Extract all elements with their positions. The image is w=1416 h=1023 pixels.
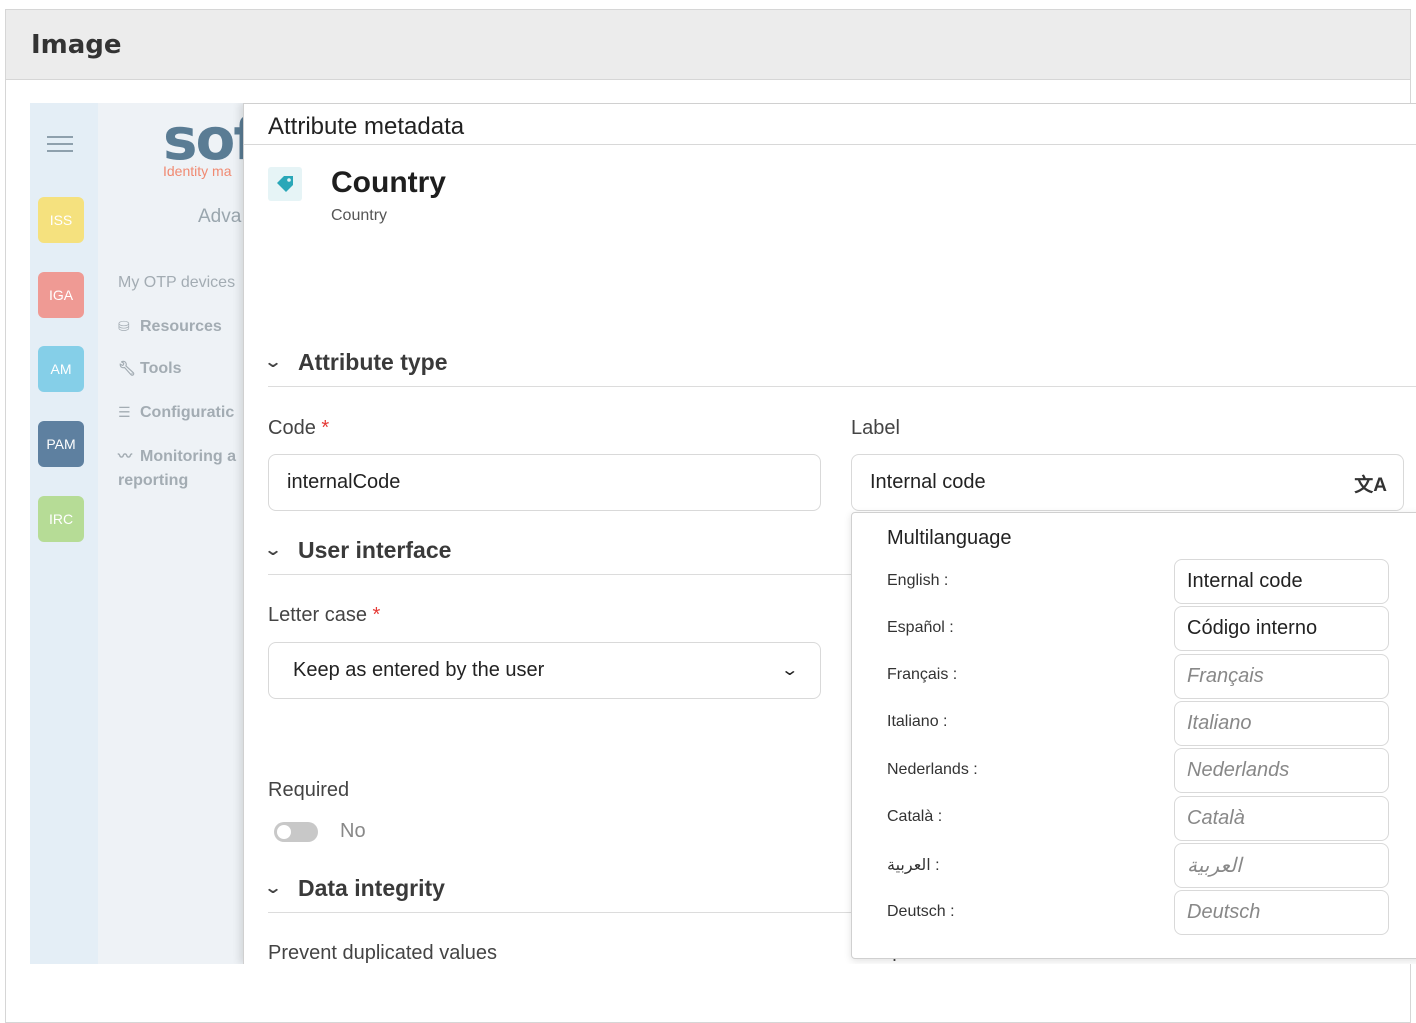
sidebar-item-label: Tools <box>140 360 182 377</box>
sliders-icon: ☰ <box>118 404 131 420</box>
translate-icon[interactable]: 文A <box>1354 470 1387 497</box>
database-icon: ⛁ <box>118 318 130 334</box>
multilanguage-popup: Multilanguage English : Internal code Es… <box>851 512 1416 959</box>
chevron-down-icon: ⌄ <box>779 662 799 679</box>
label-input-value: Internal code <box>870 471 986 493</box>
sidebar-item-tools[interactable]: 🔧︎ Tools <box>118 360 181 378</box>
required-toggle[interactable] <box>274 822 318 842</box>
translation-input-dutch[interactable]: Nederlands <box>1174 748 1389 793</box>
panel-title: Attribute metadata <box>268 113 465 140</box>
attribute-name: Country <box>331 166 446 199</box>
label-input[interactable]: Internal code 文A <box>851 454 1404 511</box>
translation-input-spanish[interactable]: Código interno <box>1174 606 1389 651</box>
code-input[interactable]: internalCode <box>268 454 821 511</box>
logo-subtitle: Identity ma <box>163 163 232 179</box>
label-field-label: Label <box>851 417 900 439</box>
language-label-german: Deutsch : <box>887 903 955 920</box>
toggle-knob <box>277 825 291 839</box>
translation-input-italian[interactable]: Italiano <box>1174 701 1389 746</box>
hamburger-menu-icon[interactable] <box>47 136 75 158</box>
chevron-down-icon: ⌄ <box>263 880 283 897</box>
divider <box>268 386 1416 387</box>
translation-input-catalan[interactable]: Català <box>1174 796 1389 841</box>
sidebar: sof Identity ma Adva My OTP devices ⛁ Res… <box>98 103 259 964</box>
sidebar-item-reporting[interactable]: reporting <box>118 472 188 490</box>
translation-input-english[interactable]: Internal code <box>1174 559 1389 604</box>
translation-input-german[interactable]: Deutsch <box>1174 890 1389 935</box>
app-badge-iss[interactable]: ISS <box>38 197 84 243</box>
app-badge-iga[interactable]: IGA <box>38 272 84 318</box>
language-label-french: Français : <box>887 666 958 683</box>
sidebar-item-label: My OTP devices <box>118 274 236 291</box>
language-label-italian: Italiano : <box>887 713 948 730</box>
attribute-metadata-panel: Attribute metadata Country Country ⌄ Attr… <box>243 103 1416 964</box>
chevron-down-icon: ⌄ <box>263 354 283 371</box>
sidebar-item-resources[interactable]: ⛁ Resources <box>118 318 222 336</box>
language-label-arabic: العربية : <box>887 857 940 874</box>
letter-case-select[interactable]: Keep as entered by the user ⌄ <box>268 642 821 699</box>
language-label-spanish: Español : <box>887 619 954 636</box>
app-badge-am[interactable]: AM <box>38 346 84 392</box>
required-label: Required <box>268 779 350 801</box>
language-label-english: English : <box>887 572 949 589</box>
frame-header: Image <box>6 10 1410 80</box>
wrench-icon: 🔧︎ <box>118 360 136 376</box>
letter-case-label: Letter case * <box>268 604 381 626</box>
translation-input-french[interactable]: Français <box>1174 654 1389 699</box>
code-label: Code * <box>268 417 330 439</box>
tag-icon <box>268 167 302 201</box>
section-title: Attribute type <box>298 348 448 375</box>
sidebar-item-label: Resources <box>140 318 222 335</box>
sidebar-item-label: reporting <box>118 472 189 489</box>
sidebar-item-otp-devices[interactable]: My OTP devices <box>118 274 235 292</box>
language-label-dutch: Nederlands : <box>887 761 978 778</box>
sidebar-item-label: Monitoring a <box>140 448 236 465</box>
sidebar-item-monitoring[interactable]: 〰 Monitoring a <box>118 446 236 466</box>
prevent-duplicates-label: Prevent duplicated values <box>268 942 498 964</box>
sidebar-item-label: Configuratic <box>140 404 235 421</box>
chevron-down-icon: ⌄ <box>263 542 283 559</box>
multilanguage-title: Multilanguage <box>887 527 1012 549</box>
chart-line-icon: 〰 <box>118 448 132 464</box>
divider <box>244 144 1416 145</box>
section-title: User interface <box>298 536 452 563</box>
frame-title: Image <box>31 30 122 60</box>
translation-input-arabic[interactable]: العربية <box>1174 843 1389 888</box>
sidebar-heading: Adva <box>198 206 242 227</box>
app-badge-pam[interactable]: PAM <box>38 421 84 467</box>
required-toggle-text: No <box>340 820 366 842</box>
language-label-catalan: Català : <box>887 808 943 825</box>
app-rail: ISS IGA AM PAM IRC <box>30 103 98 964</box>
sidebar-item-configuration[interactable]: ☰ Configuratic <box>118 404 234 422</box>
app-screenshot: ISS IGA AM PAM IRC sof Identity ma Adva … <box>30 103 1416 964</box>
letter-case-value: Keep as entered by the user <box>293 659 545 681</box>
section-attribute-type[interactable]: ⌄ Attribute type <box>264 344 1416 387</box>
attribute-subtitle: Country <box>331 207 388 224</box>
app-badge-irc[interactable]: IRC <box>38 496 84 542</box>
section-title: Data integrity <box>298 874 445 901</box>
